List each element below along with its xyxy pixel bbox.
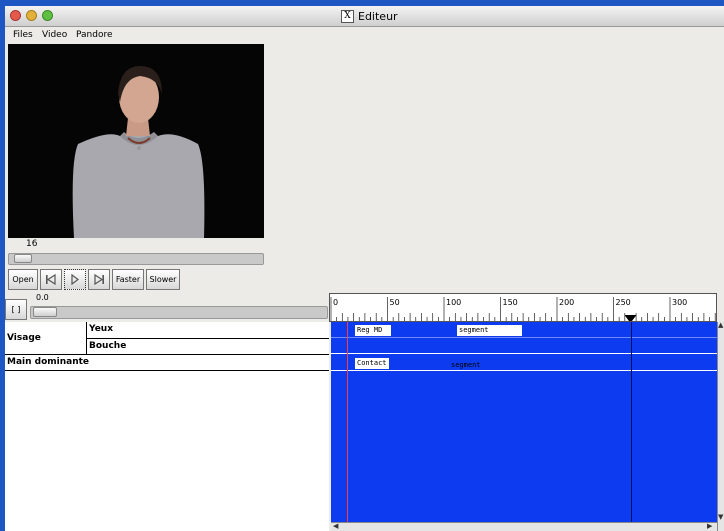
previous-frame-button[interactable] — [40, 269, 62, 290]
timeline-row-line — [331, 337, 717, 338]
frame-number: 16 — [26, 239, 38, 249]
playhead-marker-icon[interactable] — [624, 315, 637, 322]
close-button[interactable] — [10, 10, 21, 21]
faster-button[interactable]: Faster — [112, 269, 144, 290]
cue-slider[interactable] — [30, 306, 328, 319]
segment-main-segment[interactable]: segment — [451, 361, 481, 369]
play-icon — [71, 274, 79, 285]
cue-slider-thumb[interactable] — [33, 307, 57, 317]
scroll-down-icon[interactable]: ▼ — [718, 514, 723, 521]
segment-main-contact[interactable]: Contact — [355, 358, 389, 369]
window-title-group: X Editeur — [341, 9, 398, 23]
ruler-label: 0 — [333, 298, 338, 307]
column-divider — [86, 322, 87, 354]
video-frame — [8, 44, 264, 238]
open-button[interactable]: Open — [8, 269, 38, 290]
video-position-slider[interactable] — [8, 253, 264, 265]
track-bouche[interactable]: Bouche — [89, 341, 126, 351]
bracket-button[interactable]: [ ] — [5, 299, 27, 320]
timeline-area[interactable]: Reg MD segment Contact segment — [331, 322, 717, 522]
row-divider — [86, 338, 329, 339]
time-ruler[interactable]: 0 50 100 150 200 250 300 — [329, 293, 717, 322]
cue-value: 0.0 — [36, 293, 49, 302]
track-yeux[interactable]: Yeux — [89, 324, 113, 334]
cursor-line — [347, 322, 348, 522]
scroll-right-icon[interactable]: ▶ — [707, 523, 712, 530]
track-main-dominante[interactable]: Main dominante — [7, 357, 89, 367]
x11-icon: X — [341, 9, 354, 23]
row-divider — [5, 370, 329, 371]
skip-back-icon — [46, 274, 56, 285]
segment-yeux-segment[interactable]: segment — [457, 325, 522, 336]
playhead-line — [631, 322, 632, 522]
ruler-label: 300 — [672, 298, 687, 307]
title-bar[interactable]: X Editeur — [5, 6, 724, 27]
menu-video[interactable]: Video — [42, 30, 67, 40]
horizontal-scrollbar[interactable]: ◀ ▶ — [331, 522, 717, 531]
menu-pandore[interactable]: Pandore — [76, 30, 113, 40]
ruler-label: 250 — [616, 298, 631, 307]
scroll-left-icon[interactable]: ◀ — [333, 523, 338, 530]
ruler-label: 100 — [446, 298, 461, 307]
menu-files[interactable]: Files — [13, 30, 33, 40]
ruler-label: 200 — [559, 298, 574, 307]
video-person-image — [8, 44, 264, 238]
track-group-visage[interactable]: Visage — [7, 333, 41, 343]
ruler-label: 150 — [503, 298, 518, 307]
minimize-button[interactable] — [26, 10, 37, 21]
slower-button[interactable]: Slower — [146, 269, 180, 290]
timeline-row-line — [331, 353, 717, 354]
row-divider — [5, 354, 329, 355]
video-slider-thumb[interactable] — [14, 254, 32, 263]
track-label-panel: Visage Yeux Bouche Main dominante — [5, 322, 329, 531]
skip-forward-icon — [94, 274, 104, 285]
editor-window: X Editeur Files Video Pandore 16 Open Fa… — [5, 6, 724, 531]
ruler-label: 50 — [390, 298, 400, 307]
menu-bar: Files Video Pandore — [5, 27, 724, 43]
zoom-button[interactable] — [42, 10, 53, 21]
scroll-up-icon[interactable]: ▲ — [718, 322, 723, 329]
segment-yeux-reg-md[interactable]: Reg MD — [355, 325, 391, 336]
window-title: Editeur — [358, 9, 398, 23]
vertical-scrollbar[interactable]: ▲ ▼ — [717, 322, 724, 531]
ruler-ticks: 0 50 100 150 200 250 300 — [330, 297, 716, 322]
next-frame-button[interactable] — [88, 269, 110, 290]
play-button[interactable] — [64, 269, 86, 290]
timeline-row-line — [331, 370, 717, 371]
